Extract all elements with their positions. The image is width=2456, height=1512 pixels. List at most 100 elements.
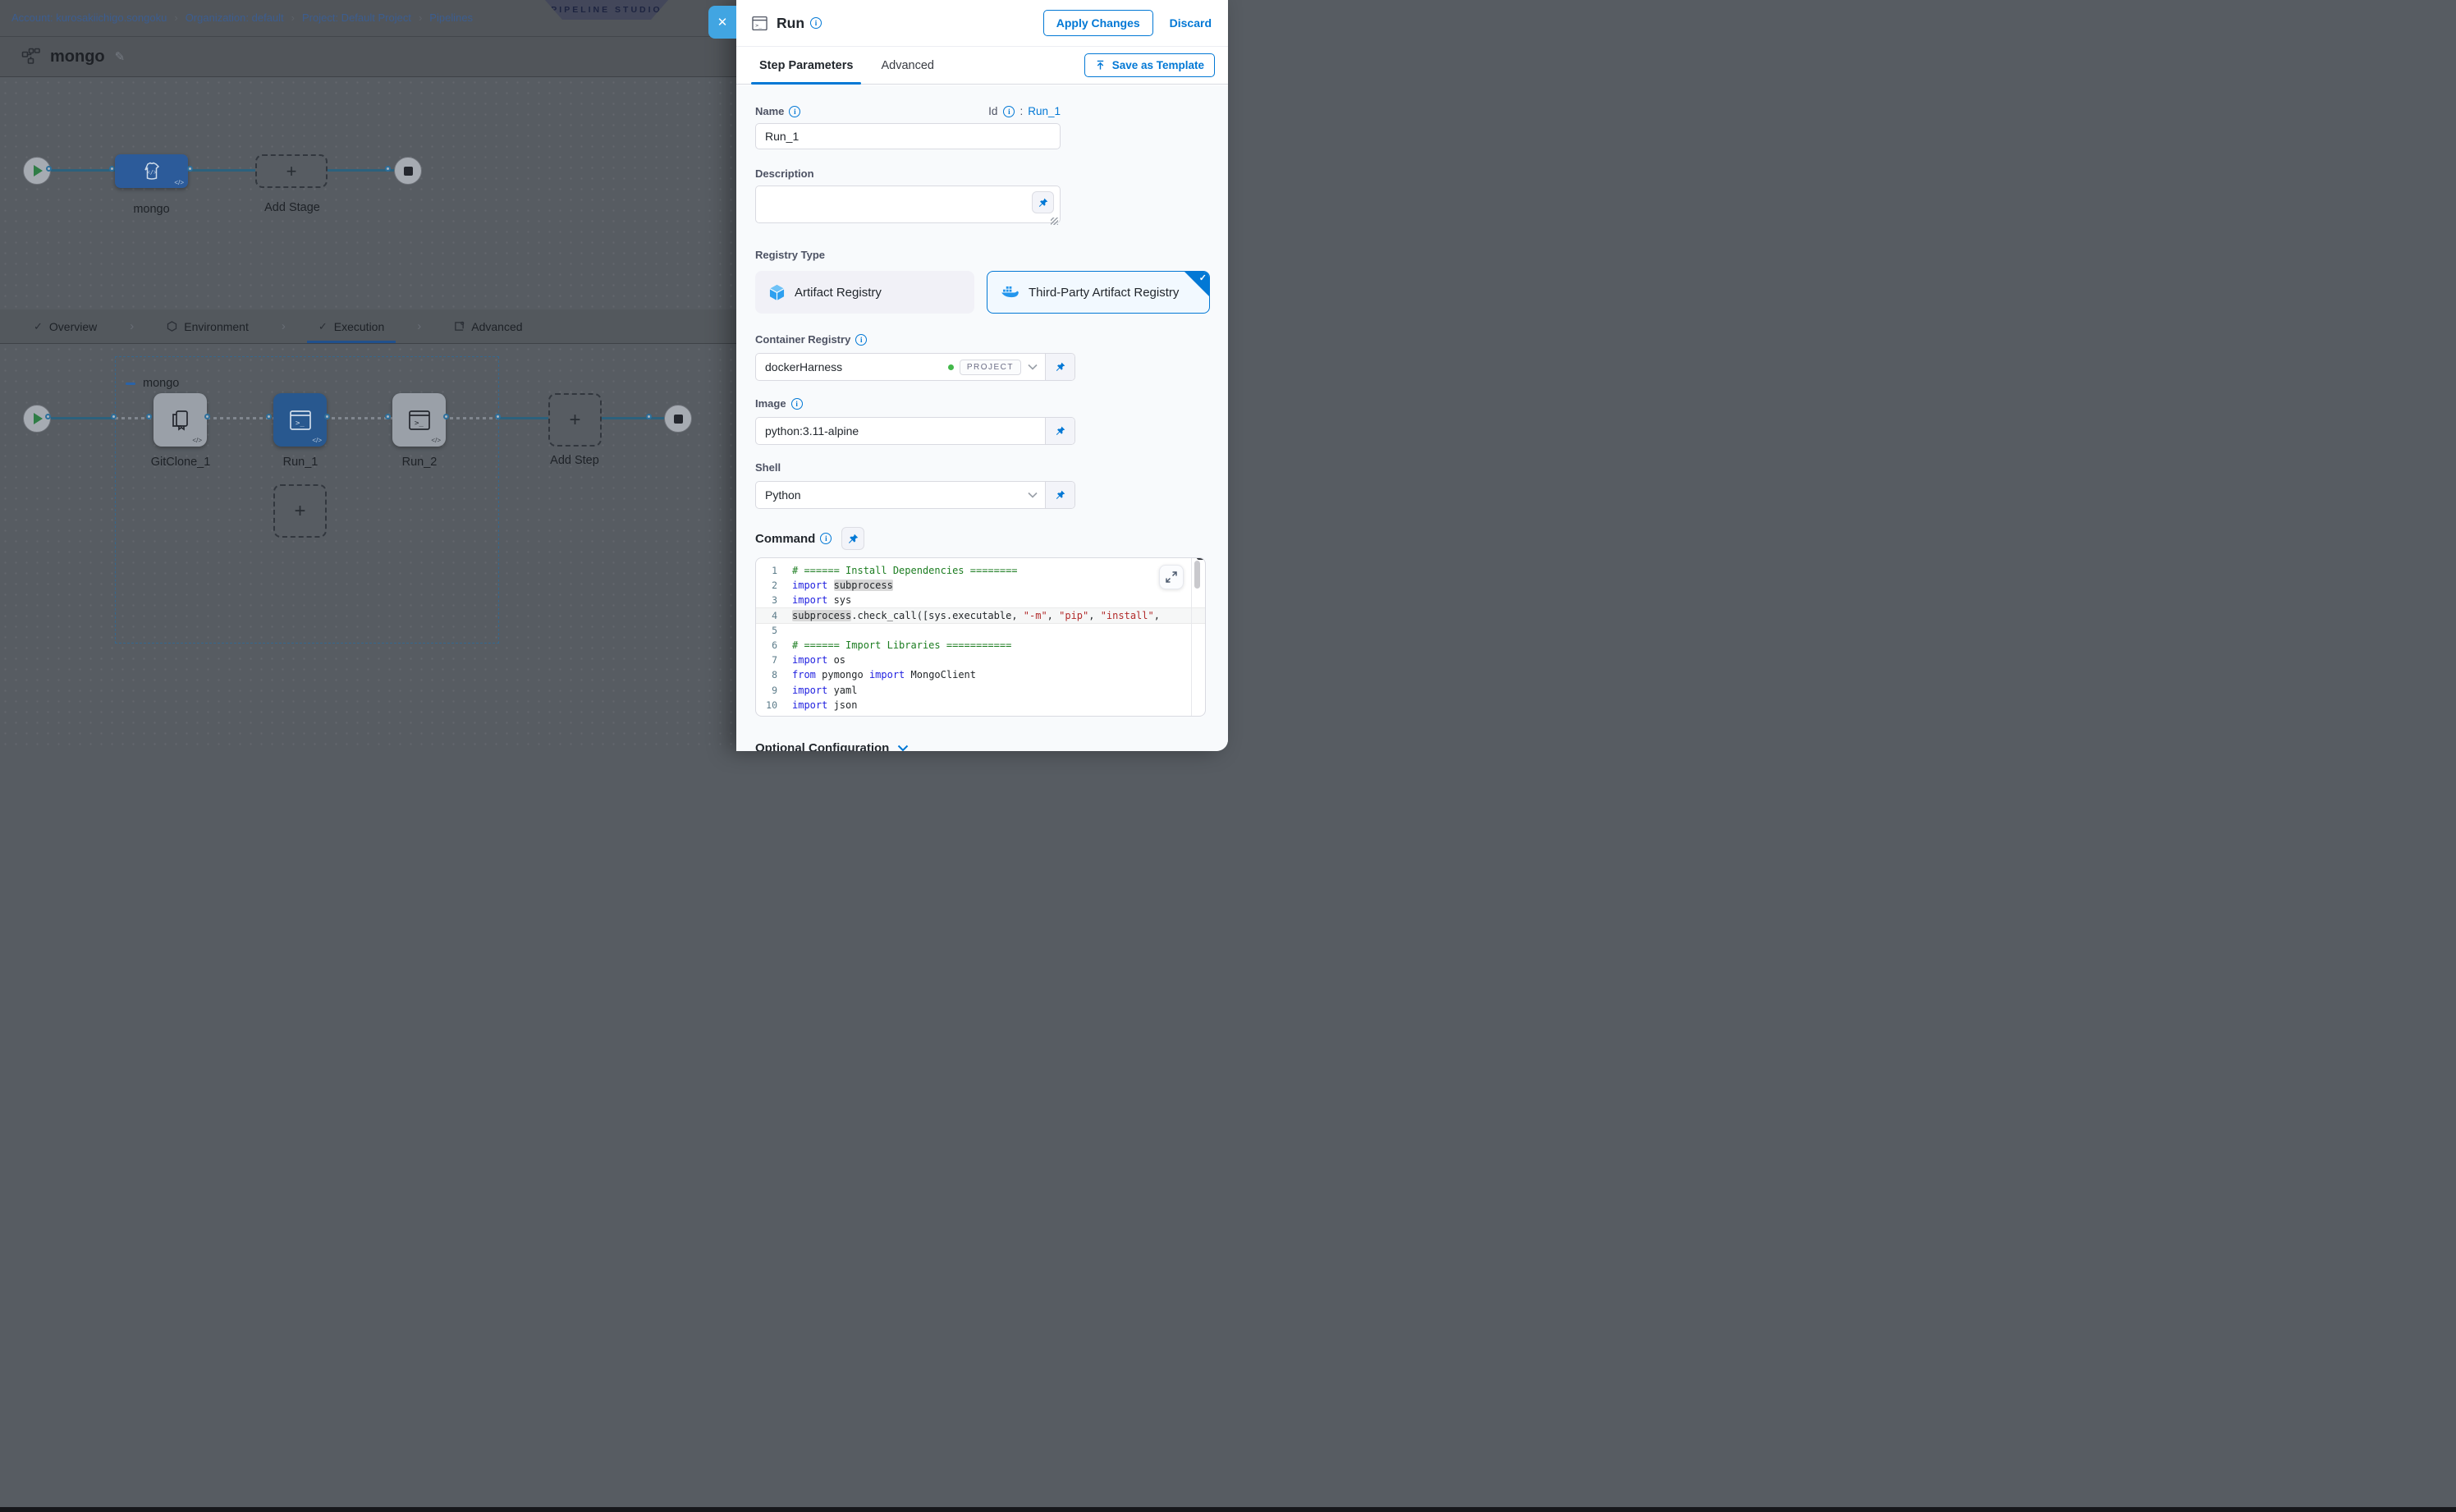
line-number: 4 [756,610,792,621]
check-icon: ✓ [34,320,43,333]
breadcrumb-item[interactable]: Pipelines [429,11,473,24]
code-line[interactable]: 10import json [756,698,1205,712]
image-input-group[interactable]: python:3.11-alpine [755,417,1075,445]
step-group-header[interactable]: mongo [126,377,179,390]
shell-select[interactable]: Python [755,481,1075,509]
add-step-button[interactable]: + [548,393,602,447]
terminal-icon: >_ [406,409,433,432]
code-token: "install" [1101,610,1154,621]
breadcrumb-separator: › [419,11,422,24]
scope-badge: PROJECT [960,360,1021,375]
line-number: 2 [756,580,792,591]
chevron-down-icon[interactable] [1028,364,1038,370]
breadcrumb-item[interactable]: Project: Default Project [302,11,411,24]
stage-node-mongo[interactable]: </> </> [115,154,188,188]
edit-pencil-icon[interactable]: ✎ [115,49,126,64]
window-bottom-edge [0,1507,2456,1512]
stop-icon [674,415,683,424]
tab-environment[interactable]: Environment [155,309,260,343]
code-token: from [792,669,816,680]
step-parameters-form: Namei Idi : Run_1 Description Registry T… [736,85,1228,751]
registry-option-third-party[interactable]: ✓ Third-Party Artifact Registry [987,271,1210,314]
step-run-2[interactable]: >_ </> [392,393,446,447]
hexagon-icon [167,321,177,332]
description-textarea[interactable] [755,186,1061,223]
execution-stop-node[interactable] [664,405,692,433]
stage-label[interactable]: mongo [115,203,188,216]
container-registry-value: dockerHarness [756,360,948,373]
step-id-value[interactable]: Run_1 [1028,105,1061,117]
code-line[interactable]: 3import sys [756,593,1205,607]
editor-scrollbar-thumb[interactable] [1194,561,1200,589]
tab-step-parameters[interactable]: Step Parameters [758,47,855,84]
step-label[interactable]: GitClone_1 [140,456,222,469]
name-input[interactable] [755,123,1061,149]
info-icon[interactable]: i [820,533,832,544]
step-gitclone-1[interactable]: </> [154,393,207,447]
step-id: Idi : Run_1 [988,105,1061,117]
info-icon[interactable]: i [810,17,822,29]
code-line[interactable]: 8from pymongo import MongoClient [756,667,1205,682]
command-code-editor[interactable]: 1# ====== Install Dependencies ========2… [755,557,1206,717]
chevron-down-icon[interactable] [1028,492,1038,498]
registry-option-artifact[interactable]: Artifact Registry [755,271,974,314]
line-number: 10 [756,699,792,711]
save-as-template-button[interactable]: Save as Template [1084,53,1215,77]
tab-overview[interactable]: ✓ Overview [22,309,108,343]
add-step-label[interactable]: Add Step [534,454,616,467]
code-line[interactable]: 1# ====== Install Dependencies ======== [756,563,1205,578]
step-run-1[interactable]: >_ </> [273,393,327,447]
pin-button[interactable] [1045,354,1074,380]
code-line[interactable]: 9import yaml [756,683,1205,698]
optional-configuration-toggle[interactable]: Optional Configuration [755,741,1228,751]
tab-advanced[interactable]: Advanced [442,309,534,343]
code-line[interactable]: 2import subprocess [756,578,1205,593]
info-icon[interactable]: i [789,106,800,117]
optional-configuration-label: Optional Configuration [755,741,889,751]
step-label[interactable]: Run_2 [378,456,460,469]
expand-editor-button[interactable] [1159,565,1184,589]
pin-button[interactable] [1032,191,1054,213]
step-label[interactable]: Run_1 [259,456,341,469]
info-icon[interactable]: i [855,334,867,346]
breadcrumb-item[interactable]: Organization: default [186,11,284,24]
pipeline-stop-node[interactable] [394,157,422,185]
connector-dot [111,414,117,419]
expand-icon [1166,571,1177,583]
chevron-right-icon: › [130,319,134,333]
step-group-label: mongo [143,377,179,390]
tab-environment-label: Environment [184,320,249,333]
container-registry-select[interactable]: dockerHarness PROJECT [755,353,1075,381]
add-stage-button[interactable]: + [255,154,328,188]
breadcrumb-item[interactable]: Account: kurosakiichigo.songoku [11,11,167,24]
pipeline-title-bar: mongo ✎ VISUAL YAML [0,37,736,77]
code-token: import [792,654,827,666]
collapse-icon[interactable] [126,383,135,385]
resize-handle[interactable] [1051,218,1058,225]
code-token [827,580,833,591]
info-icon[interactable]: i [1003,106,1015,117]
tab-advanced-drawer[interactable]: Advanced [879,47,936,84]
code-token: subprocess [834,580,893,591]
tab-execution[interactable]: ✓ Execution [307,309,396,343]
code-line[interactable]: 4subprocess.check_call([sys.executable, … [756,608,1205,623]
code-token: # ====== Install Dependencies ======== [792,565,1018,576]
stage-graph-canvas: </> </> mongo + Add Stage [0,77,736,309]
close-drawer-button[interactable]: ✕ [708,6,736,39]
info-icon[interactable]: i [791,398,803,410]
artifact-registry-icon [769,284,785,301]
pin-button[interactable] [841,527,864,550]
pin-button[interactable] [1045,482,1074,508]
connector-dot [46,166,52,172]
code-badge-icon: </> [312,437,322,444]
code-line[interactable]: 7import os [756,653,1205,667]
panel-scrollbar-thumb[interactable] [1197,557,1206,560]
pin-button[interactable] [1045,418,1074,444]
discard-link[interactable]: Discard [1170,16,1212,30]
status-dot [948,364,954,370]
add-stage-label[interactable]: Add Stage [247,201,337,214]
add-parallel-step-button[interactable]: + [273,484,327,538]
code-line[interactable]: 5 [756,623,1205,638]
apply-changes-button[interactable]: Apply Changes [1043,10,1153,36]
code-line[interactable]: 6# ====== Import Libraries =========== [756,638,1205,653]
